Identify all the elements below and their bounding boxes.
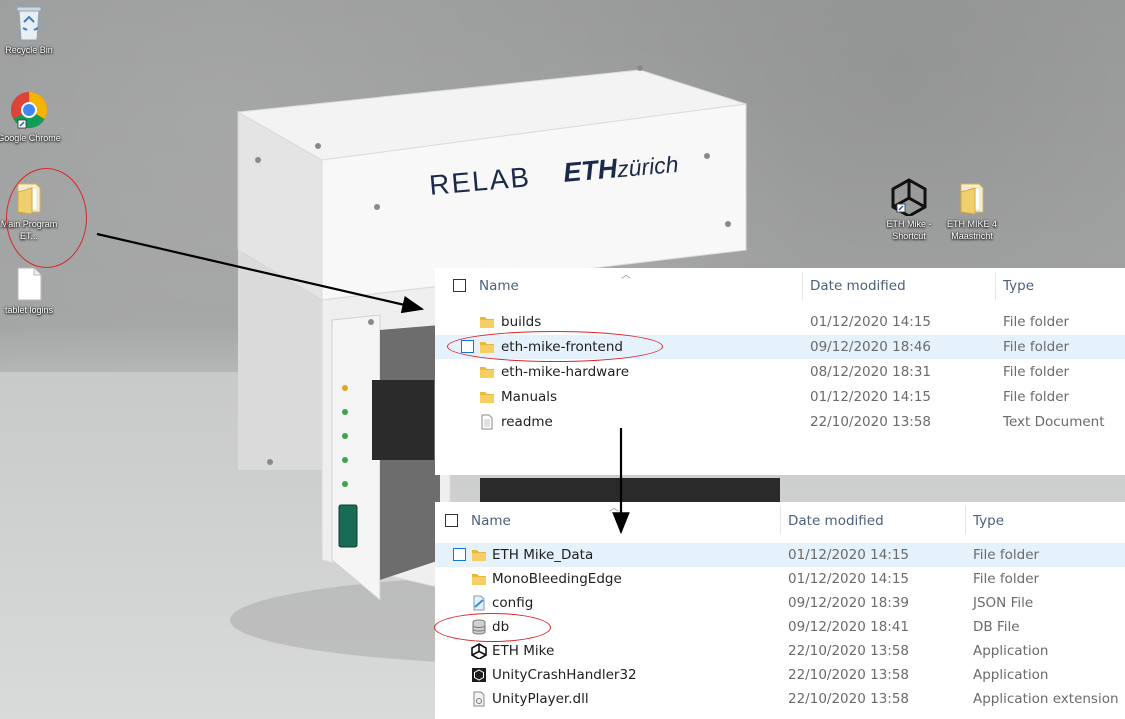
file-date: 22/10/2020 13:58 <box>810 414 932 430</box>
desktop-icon-label: Google Chrome <box>0 133 61 143</box>
file-date: 09/12/2020 18:41 <box>788 619 910 635</box>
file-date: 01/12/2020 14:15 <box>788 547 910 563</box>
file-type: File folder <box>1003 339 1070 355</box>
folder-icon <box>480 367 494 378</box>
file-type: Application extension <box>973 691 1119 707</box>
file-type: File folder <box>1003 364 1070 380</box>
file-row[interactable]: Manuals 01/12/2020 14:15 File folder <box>435 385 1125 409</box>
file-date: 22/10/2020 13:58 <box>788 643 910 659</box>
column-header-row: ︿ Name Date modified Type <box>435 502 1125 542</box>
file-name: MonoBleedingEdge <box>492 571 622 587</box>
column-header-date-modified[interactable]: Date modified <box>788 503 884 539</box>
sort-up-icon: ︿ <box>609 503 619 514</box>
sort-up-icon: ︿ <box>621 270 631 281</box>
desktop-icon-recycle-bin[interactable]: Recycle Bin <box>0 4 61 56</box>
text-document-icon <box>481 414 493 430</box>
file-type: File folder <box>973 547 1040 563</box>
folder-icon <box>472 574 486 585</box>
file-type: Application <box>973 667 1049 683</box>
file-type: File folder <box>1003 314 1070 330</box>
file-name: ETH Mike_Data <box>492 547 594 563</box>
unity-crash-handler-icon <box>472 668 486 682</box>
file-name: UnityCrashHandler32 <box>492 667 637 683</box>
column-header-name[interactable]: Name <box>479 268 519 304</box>
desktop-icon-label: ETH MIKE 4 Maastricht <box>946 219 997 241</box>
column-header-row: ︿ Name Date modified Type <box>435 268 1125 308</box>
column-header-type[interactable]: Type <box>973 503 1004 539</box>
file-name: readme <box>501 414 553 430</box>
desktop-icon-eth-mike-shortcut[interactable]: ETH Mike - Shortcut <box>877 178 941 242</box>
folder-icon <box>472 550 486 561</box>
file-row[interactable]: MonoBleedingEdge 01/12/2020 14:15 File f… <box>435 567 1125 591</box>
column-header-type[interactable]: Type <box>1003 268 1034 304</box>
file-name: Manuals <box>501 389 558 405</box>
file-name: config <box>492 595 534 611</box>
text-file-icon <box>17 267 42 301</box>
desktop-icon-chrome[interactable]: Google Chrome <box>0 90 61 144</box>
eth-logo-italic: zürich <box>616 150 680 183</box>
file-row[interactable]: UnityCrashHandler32 22/10/2020 13:58 App… <box>435 663 1125 687</box>
chrome-icon <box>10 92 48 129</box>
file-type: File folder <box>973 571 1040 587</box>
file-date: 08/12/2020 18:31 <box>810 364 932 380</box>
file-name: eth-mike-hardware <box>501 364 630 380</box>
file-row[interactable]: UnityPlayer.dll 22/10/2020 13:58 Applica… <box>435 687 1125 711</box>
desktop-icon-tablet-logins[interactable]: tablet logins <box>0 266 61 316</box>
file-date: 22/10/2020 13:58 <box>788 691 910 707</box>
file-date: 09/12/2020 18:46 <box>810 339 932 355</box>
recycle-bin-icon <box>16 6 42 41</box>
column-separator[interactable] <box>995 272 996 300</box>
file-type: JSON File <box>973 595 1034 611</box>
file-name: UnityPlayer.dll <box>492 691 589 707</box>
select-all-checkbox[interactable] <box>453 279 466 292</box>
file-date: 09/12/2020 18:39 <box>788 595 910 611</box>
folder-icon <box>480 317 494 328</box>
select-all-checkbox[interactable] <box>445 514 458 527</box>
file-row[interactable]: eth-mike-hardware 08/12/2020 18:31 File … <box>435 360 1125 384</box>
file-type: Application <box>973 643 1049 659</box>
json-file-icon <box>473 595 485 611</box>
file-row[interactable]: readme 22/10/2020 13:58 Text Document <box>435 410 1125 434</box>
desktop-icon-eth-mike-4-maastricht[interactable]: ETH MIKE 4 Maastricht <box>940 180 1004 242</box>
annotation-ellipse-db <box>434 613 551 642</box>
desktop-icon-label: ETH Mike - Shortcut <box>886 219 932 241</box>
column-separator[interactable] <box>965 506 966 534</box>
file-type: DB File <box>973 619 1020 635</box>
annotation-ellipse-frontend <box>447 331 663 362</box>
unity-icon <box>891 178 927 216</box>
file-date: 01/12/2020 14:15 <box>788 571 910 587</box>
folder-icon <box>960 183 984 215</box>
row-checkbox[interactable] <box>453 548 466 561</box>
folder-icon <box>480 392 494 403</box>
explorer-panel-top: ︿ Name Date modified Type builds 01/12/2… <box>435 268 1125 475</box>
file-date: 01/12/2020 14:15 <box>810 314 932 330</box>
desktop-icon-label: tablet logins <box>4 305 54 315</box>
file-type: File folder <box>1003 389 1070 405</box>
column-header-name[interactable]: Name <box>471 503 511 539</box>
annotation-ellipse-main-program <box>6 168 87 268</box>
file-row[interactable]: ETH Mike 22/10/2020 13:58 Application <box>435 639 1125 663</box>
column-separator[interactable] <box>780 506 781 534</box>
file-date: 01/12/2020 14:15 <box>810 389 932 405</box>
desktop-icon-label: Recycle Bin <box>5 45 53 55</box>
file-date: 22/10/2020 13:58 <box>788 667 910 683</box>
file-name: ETH Mike <box>492 643 555 659</box>
unity-icon <box>471 643 487 659</box>
file-row-selected[interactable]: ETH Mike_Data 01/12/2020 14:15 File fold… <box>435 543 1125 567</box>
column-separator[interactable] <box>802 272 803 300</box>
eth-logo-bold: ETH <box>562 153 619 188</box>
file-row[interactable]: config 09/12/2020 18:39 JSON File <box>435 591 1125 615</box>
column-header-date-modified[interactable]: Date modified <box>810 268 906 304</box>
file-type: Text Document <box>1003 414 1105 430</box>
explorer-panel-bottom: ︿ Name Date modified Type ETH Mike_Data … <box>435 502 1125 719</box>
dll-icon <box>473 691 485 707</box>
